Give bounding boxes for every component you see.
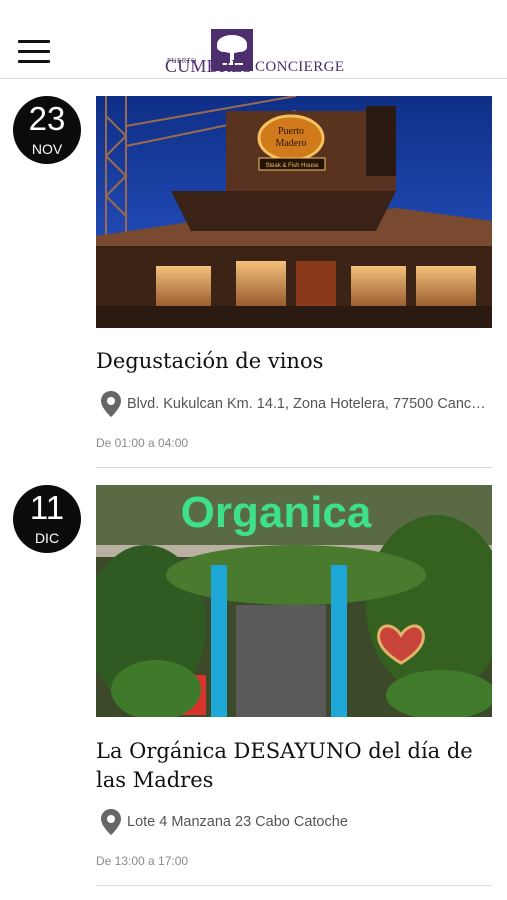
event-location[interactable]: Lote 4 Manzana 23 Cabo Catoche	[96, 808, 492, 838]
sign-subtitle: Steak & Fish House	[265, 163, 319, 169]
cumbres-concierge-logo: PUERTO CUMBRES CONCIERGE	[165, 29, 345, 76]
date-day: 23	[28, 100, 66, 137]
map-pin-icon	[101, 809, 121, 835]
image-sign-text: Organica	[181, 488, 372, 537]
sign-line1: Puerto	[278, 126, 304, 137]
event-time: De 13:00 a 17:00	[96, 854, 189, 868]
event-title[interactable]: Degustación de vinos	[96, 347, 492, 376]
event-image[interactable]: Puerto Madero Steak & Fish House	[96, 96, 492, 328]
event-title[interactable]: La Orgánica DESAYUNO del día de las Madr…	[96, 737, 492, 795]
location-text: Lote 4 Manzana 23 Cabo Catoche	[127, 814, 348, 830]
logo-brand-right: CONCIERGE	[255, 59, 345, 75]
location-text: Blvd. Kukulcan Km. 14.1, Zona Hotelera, …	[127, 396, 492, 412]
date-month: DIC	[34, 530, 60, 546]
date-month: NOV	[31, 141, 63, 157]
map-pin-icon	[101, 391, 121, 417]
logo-brand-left: CUMBRES	[165, 56, 253, 76]
date-badge: 23 NOV	[13, 96, 81, 164]
event-time: De 01:00 a 04:00	[96, 436, 189, 450]
date-badge: 11 DIC	[13, 485, 81, 553]
hamburger-menu-icon[interactable]	[18, 40, 50, 64]
event-image[interactable]: Organica	[96, 485, 492, 717]
app-header: PUERTO CUMBRES CONCIERGE	[0, 0, 507, 79]
divider	[96, 885, 492, 886]
sign-line2: Madero	[275, 138, 306, 149]
event-location[interactable]: Blvd. Kukulcan Km. 14.1, Zona Hotelera, …	[96, 390, 492, 420]
date-day: 11	[29, 489, 65, 526]
divider	[96, 467, 492, 468]
